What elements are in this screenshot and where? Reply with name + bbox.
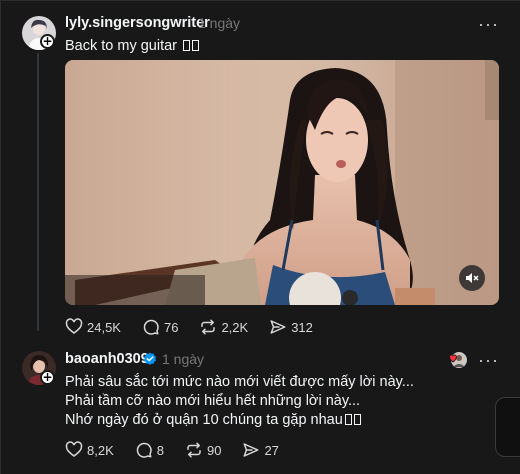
post-text-content: Back to my guitar: [65, 38, 178, 54]
heart-icon: [65, 441, 83, 457]
post-username[interactable]: lyly.singersongwriter: [65, 15, 210, 31]
reply-more-options-icon[interactable]: ···: [478, 351, 499, 369]
emoji-glyph-icon: [183, 40, 191, 51]
emoji-glyph-icon: [192, 40, 200, 51]
speech-bubble-icon: [143, 319, 159, 335]
video-frame: [65, 60, 499, 305]
reply-line-1: Phải sâu sắc tới mức nào mới viết được m…: [65, 374, 414, 390]
reply-repost-count: 90: [206, 442, 222, 458]
speaker-muted-icon: [466, 273, 479, 283]
heart-icon: [65, 318, 83, 334]
emoji-glyph-icon: [353, 414, 361, 425]
post-time[interactable]: 1 ngày: [198, 15, 240, 31]
speech-bubble-icon: [136, 442, 152, 458]
floating-compose-button[interactable]: [495, 397, 520, 457]
share-count: 312: [291, 319, 313, 335]
reply-count: 76: [163, 319, 179, 335]
reply-reply-count: 8: [156, 442, 164, 458]
reply-like-button[interactable]: 8,2K: [65, 441, 114, 459]
verified-badge-icon: [144, 352, 156, 365]
post-more-options-icon[interactable]: ···: [478, 15, 499, 33]
repost-count: 2,2K: [221, 319, 249, 335]
thread-connector-line: [37, 53, 39, 331]
follow-plus-icon[interactable]: +: [40, 34, 55, 49]
reply-line-2: Phải tầm cỡ nào mới hiểu hết những lời n…: [65, 393, 361, 409]
thread-panel: + lyly.singersongwriter 1 ngày ··· Back …: [0, 0, 520, 474]
send-icon: [270, 320, 286, 334]
follow-plus-icon[interactable]: +: [40, 370, 55, 385]
like-button[interactable]: 24,5K: [65, 318, 121, 336]
reply-repost-button[interactable]: 90: [185, 441, 221, 459]
share-button[interactable]: 312: [269, 318, 313, 336]
reply-share-count: 27: [264, 442, 279, 458]
reply-reply-button[interactable]: 8: [135, 441, 164, 459]
repost-icon: [201, 319, 216, 335]
reply-time[interactable]: 1 ngày: [162, 351, 204, 367]
like-count: 24,5K: [87, 319, 121, 335]
repost-button[interactable]: 2,2K: [199, 318, 248, 336]
author-liked-avatar-icon: [449, 352, 467, 368]
reply-username[interactable]: baoanh0309: [65, 351, 149, 367]
reply-line-3: Nhớ ngày đó ở quận 10 chúng ta gặp nhau: [65, 411, 361, 430]
reply-share-button[interactable]: 27: [242, 441, 279, 459]
mute-button[interactable]: [459, 265, 485, 291]
repost-icon: [187, 442, 201, 458]
post-video[interactable]: [65, 60, 499, 305]
post-text: Back to my guitar: [65, 37, 200, 56]
emoji-glyph-icon: [344, 414, 352, 425]
post-actions: 24,5K 76 2,2K 312: [65, 318, 334, 336]
send-icon: [243, 443, 259, 457]
reply-button[interactable]: 76: [142, 318, 178, 336]
reply-actions: 8,2K 8 90 27: [65, 441, 300, 459]
reply-like-count: 8,2K: [87, 442, 114, 458]
reply-line-3-content: Nhớ ngày đó ở quận 10 chúng ta gặp nhau: [65, 412, 343, 428]
